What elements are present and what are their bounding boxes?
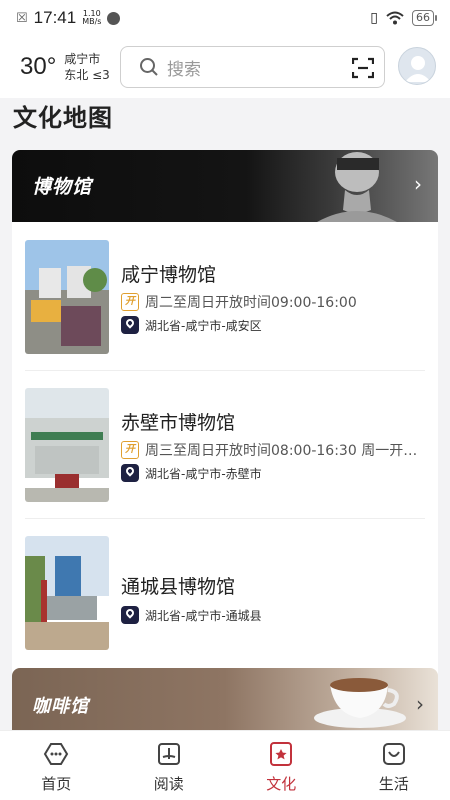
open-icon: 开 [121,441,139,459]
list-item[interactable]: 赤壁市博物馆 开 周三至周日开放时间08:00-16:30 周一开… 湖北省-咸… [25,388,425,508]
tab-label: 生活 [378,775,409,793]
tab-label: 首页 [41,775,72,793]
search-icon [140,58,158,76]
open-icon: 开 [121,293,139,311]
coffee-cup-image [314,678,406,728]
search-placeholder: 搜索 [167,59,201,80]
museum-location: 湖北省-咸宁市-通城县 [145,608,262,623]
divider [25,518,425,519]
battery-indicator: 66 [412,10,437,26]
temperature: 30° [20,53,57,80]
divider [25,370,425,371]
net-speed: 1.10 MB/s [82,9,102,26]
museum-name: 赤壁市博物馆 [121,412,236,434]
opening-hours: 周二至周日开放时间09:00-16:00 [145,295,357,311]
home-icon [44,743,69,765]
cafe-banner-title: 咖啡馆 [32,696,89,717]
location-icon [121,606,139,624]
cafe-banner[interactable]: 咖啡馆 › [12,668,438,730]
museum-location: 湖北省-咸宁市-赤壁市 [145,466,262,481]
bottom-nav: 首页 阅读 文化 生活 [0,730,450,800]
weather-widget[interactable]: 30° 咸宁市 东北 ≤3 [20,51,120,83]
top-header: 30° 咸宁市 东北 ≤3 搜索 [0,36,450,98]
search-input[interactable]: 搜索 [120,46,385,88]
tab-life[interactable]: 生活 [338,731,450,800]
vibrate-icon: ▯ [370,10,378,26]
wifi-icon [386,11,404,25]
notification-icon: ☒ [16,10,28,26]
avatar[interactable] [398,47,436,85]
chevron-right-icon: › [414,172,422,196]
museum-photo [25,536,109,650]
tab-culture[interactable]: 文化 [225,731,338,800]
list-item[interactable]: 咸宁博物馆 开 周二至周日开放时间09:00-16:00 湖北省-咸宁市-咸安区 [25,240,425,360]
museum-banner-title: 博物馆 [32,176,93,198]
museum-card: 博物馆 › 咸宁博物馆 开 周二至周日开放时间09:00-16:00 湖北省-咸… [12,150,438,680]
tab-reading[interactable]: 阅读 [113,731,226,800]
museum-banner[interactable]: 博物馆 › [12,150,438,222]
city-name: 咸宁市 [64,52,101,66]
list-item[interactable]: 通城县博物馆 湖北省-咸宁市-通城县 [25,536,425,656]
culture-icon [270,742,293,766]
status-bar: ☒ 17:41 1.10 MB/s ▯ 66 [0,0,450,36]
museum-photo [25,240,109,354]
museum-name: 通城县博物馆 [121,576,236,598]
museum-location: 湖北省-咸宁市-咸安区 [145,318,262,333]
tab-label: 阅读 [153,775,184,793]
tab-label: 文化 [266,775,297,793]
museum-photo [25,388,109,502]
location-icon [121,316,139,334]
page-title: 文化地图 [13,104,113,132]
statue-image [317,152,397,222]
chevron-right-icon: › [416,692,424,716]
tab-home[interactable]: 首页 [0,731,113,800]
museum-name: 咸宁博物馆 [121,264,217,286]
book-icon [157,743,180,765]
wind-info: 东北 ≤3 [64,68,110,82]
scan-icon[interactable] [352,57,374,79]
location-icon [121,464,139,482]
status-time: 17:41 [33,8,77,27]
opening-hours: 周三至周日开放时间08:00-16:30 周一开… [145,443,418,459]
life-icon [382,743,405,765]
app-status-icon [107,11,121,25]
